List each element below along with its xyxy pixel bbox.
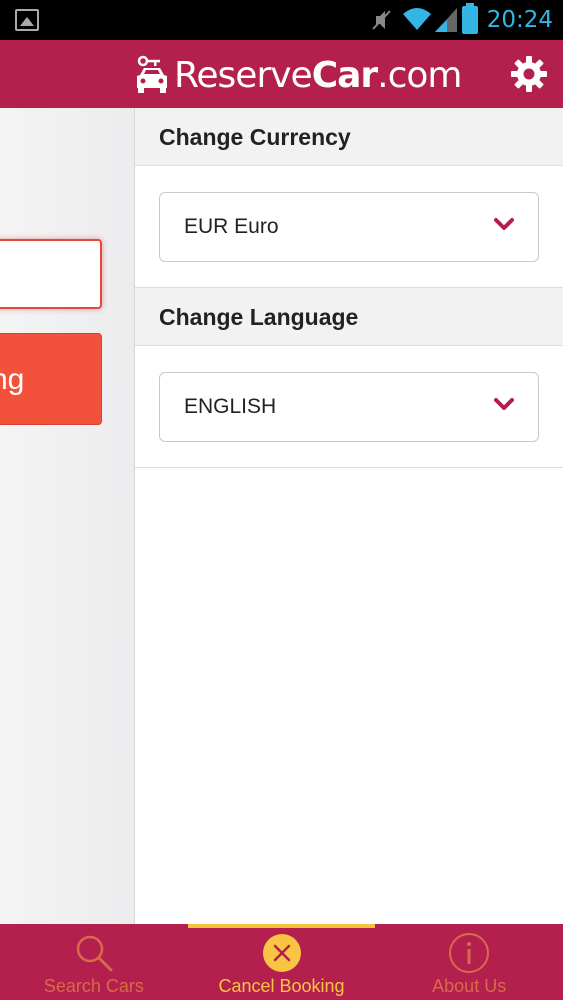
battery-icon <box>462 3 478 34</box>
search-icon <box>76 935 113 972</box>
cancel-booking-button[interactable]: ng <box>0 333 102 425</box>
info-icon <box>449 933 490 973</box>
clock: 20:24 <box>486 7 553 33</box>
nav-about-us[interactable]: About Us <box>375 924 563 1000</box>
currency-select[interactable]: EUR Euro <box>159 192 539 262</box>
language-section-title: Change Language <box>135 288 563 346</box>
wifi-icon <box>403 8 431 30</box>
close-circle-icon <box>262 934 301 972</box>
mute-icon <box>370 8 392 32</box>
brand-name: ReserveCar.com <box>174 54 463 96</box>
car-key-icon <box>137 55 167 93</box>
language-section: ENGLISH <box>135 346 563 468</box>
language-select[interactable]: ENGLISH <box>159 372 539 442</box>
currency-section: EUR Euro <box>135 166 563 288</box>
signal-icon <box>435 8 457 32</box>
nav-label: About Us <box>432 976 507 996</box>
main-content-behind-drawer: ng <box>0 108 134 924</box>
currency-selected-value: EUR Euro <box>184 215 279 238</box>
nav-cancel-booking[interactable]: Cancel Booking <box>187 924 376 1000</box>
nav-label: Search Cars <box>43 976 144 996</box>
gear-icon[interactable] <box>509 54 549 94</box>
chevron-down-icon <box>494 218 514 230</box>
logo[interactable]: ReserveCar.com <box>134 52 463 98</box>
bottom-nav: Search Cars Cancel Booking About Us <box>0 924 563 1000</box>
currency-section-title: Change Currency <box>135 108 563 166</box>
status-bar: 20:24 <box>0 0 563 40</box>
nav-search-cars[interactable]: Search Cars <box>0 924 188 1000</box>
settings-drawer: Change Currency EUR Euro Change Language… <box>134 108 563 924</box>
language-selected-value: ENGLISH <box>184 395 277 418</box>
app-header: ReserveCar.com <box>0 40 563 108</box>
nav-label: Cancel Booking <box>218 976 345 996</box>
gallery-icon <box>15 9 39 31</box>
booking-reference-input[interactable] <box>0 239 102 309</box>
chevron-down-icon <box>494 398 514 410</box>
